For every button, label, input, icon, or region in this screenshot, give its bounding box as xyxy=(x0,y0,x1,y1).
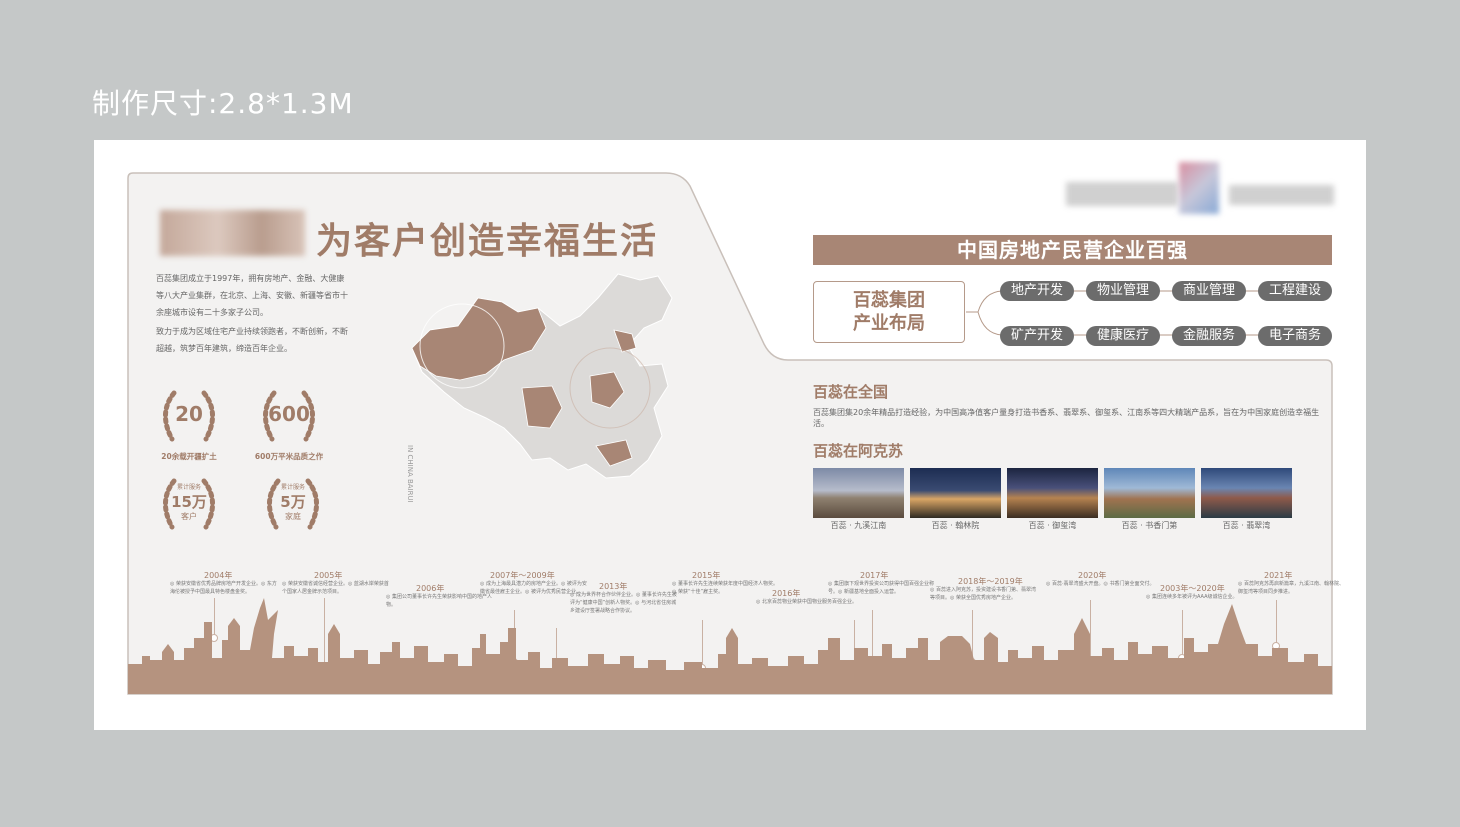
industry-pill: 健康医疗 xyxy=(1086,326,1160,346)
badge-caption: 20余载开疆扩土 xyxy=(161,452,217,461)
badge-caption: 600万平米品质之作 xyxy=(254,452,324,461)
badge-families: 累计服务 5万 家庭 xyxy=(248,473,338,537)
national-desc: 百蕊集团集20余年精品打造经验，为中国高净值客户量身打造书香系、翡翠系、御玺系、… xyxy=(813,408,1320,428)
project-photo xyxy=(1007,468,1098,518)
city-skyline xyxy=(128,598,1332,694)
badge-top: 累计服务 xyxy=(177,483,201,491)
badge-number: 600 xyxy=(268,402,310,426)
logo-blurred xyxy=(160,210,305,256)
badge-customers: 累计服务 15万 客户 xyxy=(144,473,234,537)
slogan: 为客户创造幸福生活 xyxy=(316,221,659,262)
brand-logo-blurred xyxy=(1066,182,1178,206)
industry-pill: 电子商务 xyxy=(1258,326,1332,346)
badge-number: 5万 xyxy=(280,493,305,511)
badge-number: 20 xyxy=(175,402,203,426)
brand-text-blurred xyxy=(1229,185,1334,205)
project-caption: 百蕊 · 九溪江南 xyxy=(830,521,887,530)
aksu-title: 百蕊在阿克苏 xyxy=(813,442,904,460)
badge-top: 累计服务 xyxy=(281,483,305,491)
laurel-icon: 20 xyxy=(163,390,215,442)
project-photo xyxy=(910,468,1001,518)
project-photo xyxy=(1201,468,1292,518)
industry-pill: 商业管理 xyxy=(1172,281,1246,301)
badge-caption: 家庭 xyxy=(285,511,301,521)
industry-layout-box: 百蕊集团 产业布局 xyxy=(813,281,965,343)
intro-paragraph-2: 致力于成为区域住宅产业持续领跑者，不断创新，不断超越，筑梦百年建筑，缔造百年企业… xyxy=(156,327,348,353)
project-caption: 百蕊 · 翰林院 xyxy=(931,521,980,530)
china-map xyxy=(411,273,673,479)
laurel-icon: 累计服务 15万 客户 xyxy=(163,478,215,530)
industry-pill: 物业管理 xyxy=(1086,281,1160,301)
timeline-text: ◎ 百蕊·翡翠湾盛大开盘。◎ 书香门第全面交付。 xyxy=(1046,581,1155,587)
project-caption: 百蕊 · 书香门第 xyxy=(1121,521,1178,530)
intro-text: 百蕊集团成立于1997年，拥有房地产、金融、大健康等八大产业集群，在北京、上海、… xyxy=(156,270,351,359)
timeline-text: ◎ 荣获安徽省诚信经营企业。◎ 蓝湖水岸荣获首个国家人居金牌示范项目。 xyxy=(282,581,389,595)
industry-pill: 工程建设 xyxy=(1258,281,1332,301)
national-title: 百蕊在全国 xyxy=(813,383,889,401)
timeline-text: ◎ 百蕊阿克苏再启新篇章，九溪江南、翰林院、御玺湾等项目同步推进。 xyxy=(1238,581,1344,595)
badge-area: 600 600万平米品质之作 xyxy=(244,385,334,462)
map-label: IN CHINA BAIRUI xyxy=(406,445,414,503)
intro-paragraph-1: 百蕊集团成立于1997年，拥有房地产、金融、大健康等八大产业集群，在北京、上海、… xyxy=(156,274,348,317)
layout-line-1: 百蕊集团 xyxy=(853,290,925,311)
badge-number: 15万 xyxy=(171,493,207,511)
project-caption: 百蕊 · 御玺湾 xyxy=(1028,521,1077,530)
badge-years: 20 20余载开疆扩土 xyxy=(144,385,234,462)
timeline-text: ◎ 董事长许先生连续荣获年度中国经济人物奖。◎ 荣获“十佳”雇主奖。 xyxy=(672,581,778,595)
size-label: 制作尺寸:2.8*1.3M xyxy=(92,87,354,120)
timeline-text: ◎ 荣获安徽省优秀品牌房地产开发企业。◎ 东方海伦被授予中国最具特色楼盘金奖。 xyxy=(170,581,277,595)
layout-line-2: 产业布局 xyxy=(853,313,925,334)
laurel-icon: 600 xyxy=(263,390,315,442)
laurel-icon: 累计服务 5万 家庭 xyxy=(267,478,319,530)
industry-pill: 矿产开发 xyxy=(1000,326,1074,346)
industry-pill: 地产开发 xyxy=(1000,281,1074,301)
project-caption: 百蕊 · 翡翠湾 xyxy=(1222,521,1271,530)
project-photo xyxy=(1104,468,1195,518)
display-board: 为客户创造幸福生活 百蕊集团成立于1997年，拥有房地产、金融、大健康等八大产业… xyxy=(94,140,1366,730)
badge-caption: 客户 xyxy=(181,511,197,521)
brand-mark-blurred xyxy=(1179,162,1219,214)
timeline-text: ◎ 集团旗下观世界投资公司获得中国百强企业称号。◎ 新疆基地全面投入运营。 xyxy=(828,581,934,595)
hundred-banner: 中国房地产民营企业百强 xyxy=(813,235,1332,265)
industry-pill: 金融服务 xyxy=(1172,326,1246,346)
project-photo xyxy=(813,468,904,518)
